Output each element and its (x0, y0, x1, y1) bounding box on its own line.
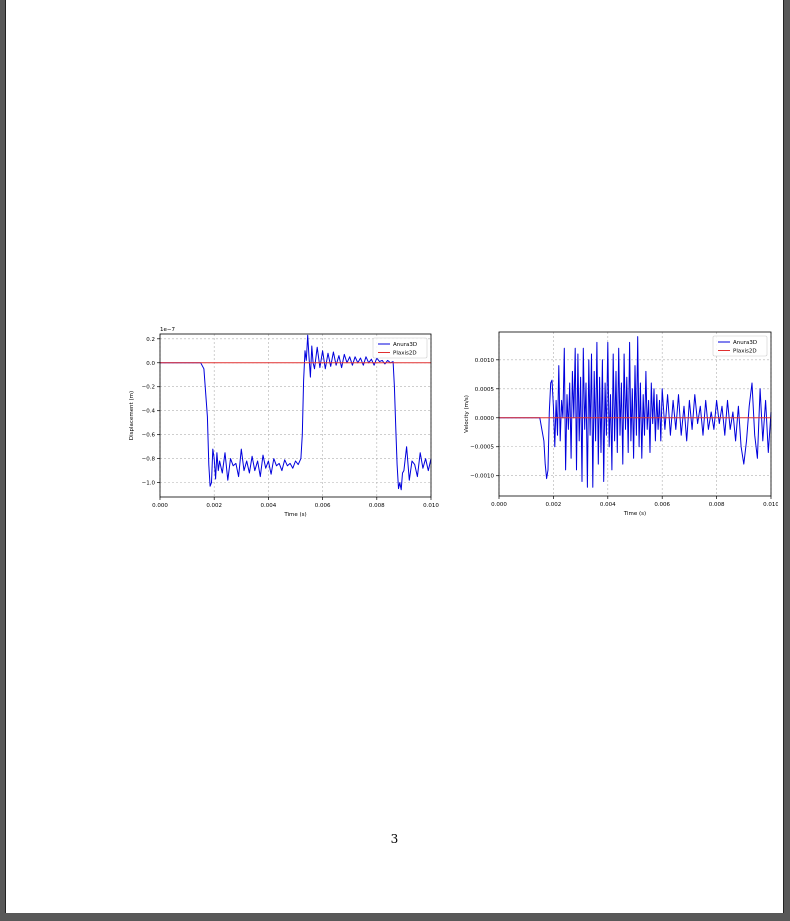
legend-label-anura3d: Anura3D (733, 340, 757, 346)
page-number: 3 (390, 832, 399, 846)
legend-label-plaxis2d: Plaxis2D (393, 351, 417, 357)
y-axis-label: Velocity (m/s) (464, 395, 470, 433)
series-line-anura3d (160, 334, 432, 491)
legend-label-anura3d: Anura3D (393, 342, 417, 348)
x-tick-label: 0.002 (206, 503, 222, 509)
y-tick-label: −0.6 (142, 433, 156, 439)
chart-svg: 0.000 0.002 0.004 0.006 0.008 0.010 −1.0 −0.8 −0… (129, 327, 439, 518)
x-tick-label: 0.000 (491, 502, 507, 508)
y-tick-label: −0.4 (142, 409, 156, 415)
x-axis-label: Time (s) (283, 512, 306, 518)
x-tick-label: 0.004 (261, 503, 277, 509)
x-tick-label: 0.000 (152, 503, 168, 509)
x-tick-label: 0.010 (423, 503, 439, 509)
y-tick-label: −0.8 (142, 457, 156, 463)
y-tick-label: −0.0010 (470, 474, 494, 480)
y-axis-label: Displacement (m) (129, 391, 135, 440)
x-tick-label: 0.004 (600, 502, 616, 508)
y-tick-label: 0.0000 (475, 416, 495, 422)
legend-label-plaxis2d: Plaxis2D (733, 349, 757, 355)
y-tick-label: 0.0005 (475, 387, 495, 393)
x-tick-label: 0.002 (546, 502, 562, 508)
y-tick-label: 0.2 (146, 337, 155, 343)
y-tick-label: 0.0010 (475, 358, 495, 364)
y-tick-label: −1.0 (142, 481, 156, 487)
y-tick-label: 0.0 (146, 361, 155, 367)
velocity-chart: 0.000 0.002 0.004 0.006 0.008 0.010 −0.0010 −0.… (458, 326, 778, 521)
x-tick-label: 0.008 (369, 503, 385, 509)
x-tick-label: 0.006 (654, 502, 670, 508)
viewer-background-bottom (0, 913, 790, 921)
y-offset-text: 1e−7 (160, 327, 175, 333)
y-tick-label: −0.0005 (470, 445, 494, 451)
displacement-chart: 0.000 0.002 0.004 0.006 0.008 0.010 −1.0 −0.8 −0… (121, 322, 441, 522)
chart-svg: 0.000 0.002 0.004 0.006 0.008 0.010 −0.0010 −0.… (464, 331, 778, 517)
y-tick-label: −0.2 (142, 385, 155, 391)
document-page: 0.000 0.002 0.004 0.006 0.008 0.010 −1.0 −0.8 −0… (6, 0, 783, 913)
plot-frame (498, 331, 772, 497)
x-tick-label: 0.006 (315, 503, 331, 509)
series-line-anura3d (499, 336, 772, 488)
x-axis-label: Time (s) (623, 511, 646, 517)
plot-frame (159, 333, 432, 498)
x-tick-label: 0.008 (709, 502, 725, 508)
x-tick-label: 0.010 (763, 502, 778, 508)
